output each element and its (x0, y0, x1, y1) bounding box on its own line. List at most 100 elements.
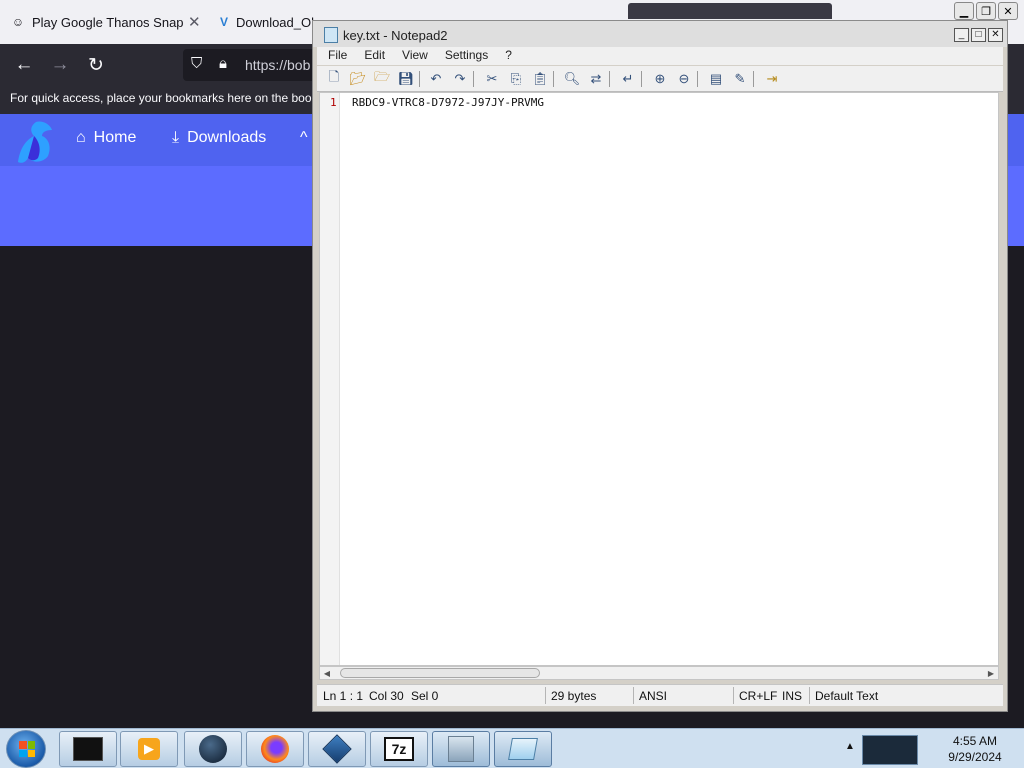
toolbar-separator (419, 71, 420, 87)
task-7zip[interactable]: 7z (370, 731, 428, 767)
status-divider (733, 687, 734, 704)
toolbar-separator (553, 71, 554, 87)
task-installer[interactable] (432, 731, 490, 767)
line-number: 1 (330, 96, 337, 109)
status-position: Ln 1 : 1 (323, 689, 364, 703)
close-icon[interactable]: ✕ (988, 28, 1003, 42)
tray-app-icon[interactable] (862, 735, 918, 765)
url-text[interactable]: https://bob (245, 57, 310, 73)
shield-icon[interactable]: ⛉ (191, 55, 202, 72)
task-notepad2[interactable] (494, 731, 552, 767)
status-bytes: 29 bytes (551, 689, 597, 703)
scrollbar-thumb[interactable] (340, 668, 540, 678)
toolbar-separator (697, 71, 698, 87)
notepad-app-icon (508, 738, 538, 760)
nav-home-link[interactable]: ⌂ Home (76, 129, 136, 147)
word-wrap-icon[interactable]: ↵ (619, 70, 637, 88)
undo-icon[interactable]: ↶ (427, 70, 445, 88)
thanos-favicon-icon: ☺ (11, 15, 25, 29)
download-icon: ⤓ (172, 129, 180, 146)
status-divider (633, 687, 634, 704)
save-icon[interactable]: 💾︎ (397, 70, 415, 88)
forward-arrow-icon[interactable]: → (47, 53, 73, 77)
replace-icon[interactable]: ⇄ (587, 70, 605, 88)
paste-icon[interactable]: 📋︎ (531, 70, 549, 88)
line-number-gutter: 1 (320, 93, 340, 665)
open-folder-icon[interactable]: 📂︎ (349, 70, 367, 88)
windows-logo-icon (19, 741, 35, 757)
status-line-endings[interactable]: CR+LF (739, 689, 777, 703)
menu-settings[interactable]: Settings (434, 47, 494, 65)
toolbar-separator (753, 71, 754, 87)
start-button[interactable] (6, 730, 46, 768)
toolbar-separator (473, 71, 474, 87)
status-divider (545, 687, 546, 704)
status-insert-mode[interactable]: INS (782, 689, 802, 703)
reload-icon[interactable]: ↻ (83, 53, 109, 77)
browse-icon[interactable]: 🗁︎ (373, 69, 391, 88)
text-editor-area[interactable]: 1 RBDC9-VTRC8-D7972-J97JY-PRVMG (319, 92, 999, 666)
nav-downloads-link[interactable]: ⤓ Downloads (172, 129, 266, 147)
minimize-icon[interactable]: ▁ (954, 2, 974, 20)
toolbar-separator (609, 71, 610, 87)
exit-icon[interactable]: ⇥ (763, 70, 781, 88)
lock-icon[interactable]: 🔒︎ (219, 55, 227, 72)
browser-tab-download[interactable]: V Download_Ol (218, 8, 314, 36)
cut-icon[interactable]: ✂ (483, 70, 501, 88)
new-file-icon[interactable]: 🗋︎ (325, 69, 343, 88)
task-terminal[interactable] (59, 731, 117, 767)
scroll-right-icon[interactable]: ▶ (984, 667, 998, 679)
status-selection: Sel 0 (411, 689, 439, 703)
menu-file[interactable]: File (317, 47, 353, 65)
close-icon[interactable]: ✕ (998, 2, 1018, 20)
media-player-icon: ▶ (138, 738, 160, 760)
notepad2-window: key.txt - Notepad2 _ □ ✕ File Edit View … (312, 20, 1008, 712)
scroll-left-icon[interactable]: ◀ (320, 667, 334, 679)
system-clock[interactable]: 4:55 AM 9/29/2024 (940, 733, 1010, 765)
tab-label: Play Google Thanos Snap Ef (32, 14, 184, 30)
zoom-in-icon[interactable]: ⊕ (651, 70, 669, 88)
status-scheme[interactable]: Default Text (815, 689, 878, 703)
notepad-title-bar[interactable]: key.txt - Notepad2 _ □ ✕ (313, 21, 1007, 47)
scheme-icon[interactable]: ▤ (707, 70, 725, 88)
menu-edit[interactable]: Edit (353, 47, 391, 65)
show-hidden-icons-icon[interactable]: ▲ (845, 741, 855, 752)
nav-home-label: Home (93, 129, 137, 146)
menu-view[interactable]: View (391, 47, 434, 65)
status-encoding[interactable]: ANSI (639, 689, 667, 703)
close-tab-icon[interactable]: ✕ (188, 13, 201, 31)
customize-scheme-icon[interactable]: ✎ (731, 70, 749, 88)
nav-more-chevron-icon[interactable]: ^ (300, 129, 308, 147)
editor-text[interactable]: RBDC9-VTRC8-D7972-J97JY-PRVMG (352, 96, 544, 109)
home-icon: ⌂ (76, 129, 86, 146)
clock-date: 9/29/2024 (948, 750, 1002, 764)
status-divider (809, 687, 810, 704)
zoom-out-icon[interactable]: ⊖ (675, 70, 693, 88)
browser-tab-thanos[interactable]: ☺ Play Google Thanos Snap Ef ✕ (10, 8, 206, 36)
restore-icon[interactable]: ❐ (976, 2, 996, 20)
maximize-icon[interactable]: □ (971, 28, 986, 42)
tab-label: Download_Ol (235, 14, 314, 30)
find-icon[interactable]: 🔍︎ (563, 70, 581, 88)
toolbar: 🗋︎ 📂︎ 🗁︎ 💾︎ ↶ ↷ ✂ ⎘ 📋︎ 🔍︎ ⇄ ↵ ⊕ ⊖ ▤ ✎ ⇥ (317, 66, 1003, 92)
v-favicon-icon: V (219, 15, 228, 29)
notepad-window-controls: _ □ ✕ (954, 28, 1003, 42)
copy-icon[interactable]: ⎘ (507, 70, 525, 88)
minimize-icon[interactable]: _ (954, 28, 969, 42)
menu-bar: File Edit View Settings ? (317, 47, 1003, 65)
back-arrow-icon[interactable]: ← (11, 53, 37, 77)
horizontal-scrollbar[interactable]: ◀ ▶ (319, 666, 999, 680)
task-virtualbox[interactable] (308, 731, 366, 767)
window-title: key.txt - Notepad2 (343, 28, 448, 43)
site-logo-icon[interactable] (12, 118, 60, 166)
menu-help[interactable]: ? (494, 47, 518, 65)
task-firefox[interactable] (246, 731, 304, 767)
installer-icon (448, 736, 474, 762)
task-globe-app[interactable] (184, 731, 242, 767)
redo-icon[interactable]: ↷ (451, 70, 469, 88)
browser-tab-strip-widget (628, 3, 832, 19)
browser-window-controls: ▁ ❐ ✕ (954, 2, 1018, 20)
nav-downloads-label: Downloads (187, 129, 267, 146)
task-media-player[interactable]: ▶ (120, 731, 178, 767)
status-bar: Ln 1 : 1 Col 30 Sel 0 29 bytes ANSI CR+L… (317, 684, 1003, 706)
